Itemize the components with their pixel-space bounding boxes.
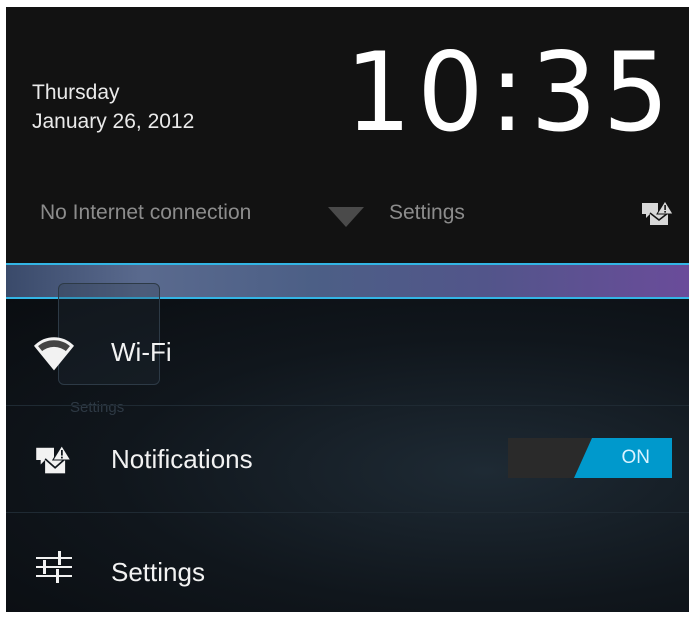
clock-hours: 10 xyxy=(345,27,490,157)
notifications-label: Notifications xyxy=(111,444,253,474)
notifications-icon xyxy=(36,444,72,474)
day-label: Thursday xyxy=(32,81,120,104)
shade-header: Thursday January 26, 2012 10:35 No Inter… xyxy=(6,7,689,263)
quick-setting-wifi[interactable]: Wi-Fi xyxy=(6,299,689,405)
wifi-label: Wi-Fi xyxy=(111,337,172,367)
settings-link[interactable]: Settings xyxy=(389,201,465,225)
quick-setting-settings[interactable]: Settings xyxy=(6,513,689,612)
connection-status: No Internet connection xyxy=(40,201,252,224)
band-top-divider xyxy=(6,263,689,265)
clock[interactable]: 10:35 xyxy=(345,24,675,161)
notifications-toggle[interactable]: ON xyxy=(508,438,672,478)
sliders-icon xyxy=(36,551,72,583)
status-row: No Internet connection Settings xyxy=(40,193,685,233)
clock-separator: : xyxy=(489,27,531,157)
date-block[interactable]: Thursday January 26, 2012 xyxy=(32,78,194,136)
settings-label: Settings xyxy=(111,557,205,587)
notification-shade: Thursday January 26, 2012 10:35 No Inter… xyxy=(6,7,689,612)
wifi-icon xyxy=(34,337,74,371)
clock-minutes: 35 xyxy=(530,27,675,157)
notifications-icon[interactable] xyxy=(640,199,676,227)
wifi-signal-icon xyxy=(328,207,364,227)
toggle-state-label: ON xyxy=(621,447,651,468)
date-label: January 26, 2012 xyxy=(32,110,195,133)
